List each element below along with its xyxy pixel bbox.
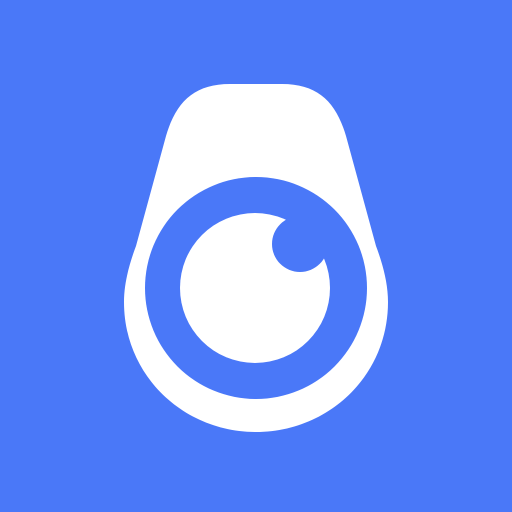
lens-highlight [272, 216, 328, 272]
app-icon [0, 0, 512, 512]
camera-lens-icon [0, 0, 512, 512]
